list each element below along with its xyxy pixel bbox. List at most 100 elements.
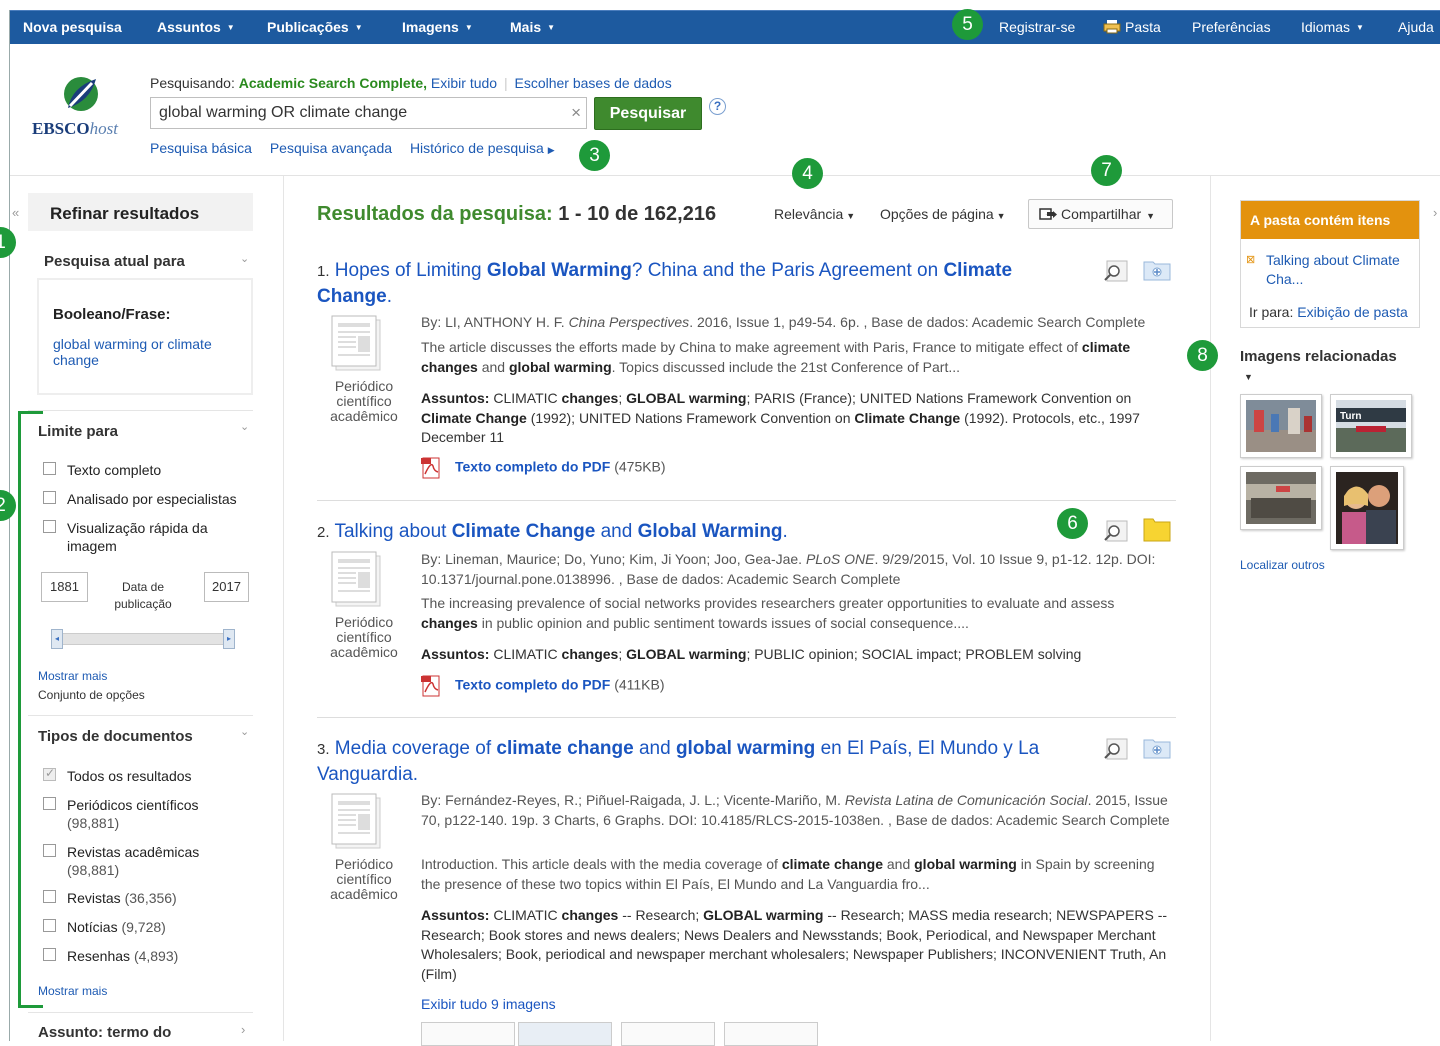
folder-view-link[interactable]: Exibição de pasta	[1297, 304, 1408, 320]
nav-publications[interactable]: Publicações ▼	[267, 11, 363, 44]
date-to-input[interactable]: 2017	[204, 572, 249, 602]
journals-checkbox[interactable]	[43, 797, 56, 810]
clear-search-icon[interactable]: ×	[571, 103, 581, 123]
slider-handle-right[interactable]: ▸	[223, 629, 235, 649]
nav-languages[interactable]: Idiomas ▼	[1301, 11, 1364, 44]
nav-more[interactable]: Mais ▼	[510, 11, 555, 44]
academic-magazines-checkbox[interactable]	[43, 844, 56, 857]
search-input[interactable]	[159, 103, 549, 123]
boolean-label: Booleano/Frase:	[53, 306, 171, 323]
chevron-down-icon[interactable]: ⌄	[240, 252, 249, 265]
doc-type-label: Periódico científico acadêmico	[330, 856, 398, 902]
limit-to-title[interactable]: Limite para	[38, 423, 118, 440]
doc-types-title[interactable]: Tipos de documentos	[38, 728, 193, 745]
boolean-query-link[interactable]: global warming or climate change	[53, 336, 212, 368]
image-thumb[interactable]	[421, 1022, 515, 1046]
pdf-fulltext-link-2[interactable]: Texto completo do PDF (411KB)	[421, 675, 665, 697]
remove-item-icon[interactable]: ⊠	[1246, 253, 1255, 266]
magazines-checkbox[interactable]	[43, 890, 56, 903]
add-to-folder-icon[interactable]	[1143, 259, 1171, 281]
nav-preferences[interactable]: Preferências	[1192, 11, 1271, 44]
preview-magnifier-icon[interactable]	[1103, 737, 1129, 761]
show-all-link[interactable]: Exibir tudo	[431, 75, 497, 91]
related-image[interactable]	[1240, 466, 1322, 530]
result-title-3[interactable]: 3. Media coverage of climate change and …	[317, 736, 1077, 787]
searching-line: Pesquisando: Academic Search Complete, E…	[150, 75, 672, 91]
expand-right-icon[interactable]: ›	[1433, 205, 1437, 220]
chevron-down-icon[interactable]: ⌄	[240, 420, 249, 433]
nav-subjects[interactable]: Assuntos ▼	[157, 11, 235, 44]
result-title-2[interactable]: 2. Talking about Climate Change and Glob…	[317, 519, 1077, 545]
related-image[interactable]: Turn	[1330, 394, 1412, 458]
document-thumbnail-icon[interactable]	[330, 792, 382, 850]
page-options-dropdown[interactable]: Opções de página ▼	[880, 206, 1006, 222]
result-title-1[interactable]: 1. Hopes of Limiting Global Warming? Chi…	[317, 258, 1077, 309]
subject-term-title[interactable]: Assunto: termo do	[38, 1024, 171, 1041]
preview-magnifier-icon[interactable]	[1103, 519, 1129, 543]
in-folder-icon[interactable]	[1143, 516, 1171, 542]
chevron-down-icon: ▼	[996, 211, 1006, 221]
date-from-input[interactable]: 1881	[41, 572, 88, 602]
date-slider-track[interactable]	[56, 633, 229, 645]
search-button[interactable]: Pesquisar	[594, 97, 702, 130]
related-image[interactable]	[1330, 466, 1404, 550]
result-abstract-3: Introduction. This article deals with th…	[421, 856, 1155, 892]
pdf-fulltext-link-1[interactable]: Texto completo do PDF (475KB)	[421, 457, 666, 479]
chevron-right-icon[interactable]: ›	[241, 1022, 245, 1037]
chevron-down-icon: ▼	[846, 211, 856, 221]
nav-folder[interactable]: Pasta	[1103, 11, 1161, 44]
chevron-down-icon[interactable]: ⌄	[240, 725, 249, 738]
nav-new-search[interactable]: Nova pesquisa	[23, 11, 122, 44]
options-set-link[interactable]: Conjunto de opções	[38, 688, 145, 702]
nav-help[interactable]: Ajuda	[1398, 11, 1434, 44]
ebscohost-logo[interactable]: EBSCOhost	[32, 75, 132, 155]
add-to-folder-icon[interactable]	[1143, 737, 1171, 759]
show-more-doc-types-link[interactable]: Mostrar mais	[38, 984, 107, 998]
image-thumb[interactable]	[724, 1022, 818, 1046]
sort-dropdown[interactable]: Relevância ▼	[774, 206, 855, 222]
peer-reviewed-checkbox[interactable]	[43, 491, 56, 504]
result-subjects-3: Assuntos: CLIMATIC changes -- Research; …	[421, 907, 1168, 982]
help-icon[interactable]: ?	[709, 98, 726, 115]
folder-item-link[interactable]: Talking about Climate Cha...	[1266, 251, 1416, 289]
news-checkbox[interactable]	[43, 919, 56, 932]
chevron-down-icon[interactable]: ▼	[1244, 372, 1253, 382]
search-history-link[interactable]: Histórico de pesquisa	[410, 140, 544, 156]
callout-badge-2: 2	[0, 490, 16, 521]
callout-badge-5: 5	[952, 9, 983, 40]
folder-header: A pasta contém itens	[1241, 201, 1419, 239]
advanced-search-link[interactable]: Pesquisa avançada	[270, 140, 392, 156]
nav-register[interactable]: Registrar-se	[999, 11, 1075, 44]
basic-search-link[interactable]: Pesquisa básica	[150, 140, 252, 156]
document-thumbnail-icon[interactable]	[330, 550, 382, 608]
find-more-link[interactable]: Localizar outros	[1240, 558, 1325, 572]
ebsco-leaf-icon	[64, 77, 98, 111]
nav-images[interactable]: Imagens ▼	[402, 11, 473, 44]
reviews-checkbox[interactable]	[43, 948, 56, 961]
callout-badge-3: 3	[579, 140, 610, 171]
image-thumb[interactable]	[518, 1022, 612, 1046]
document-thumbnail-icon[interactable]	[330, 314, 382, 372]
result-abstract-1: The article discusses the efforts made b…	[421, 339, 1131, 375]
chevron-down-icon: ▼	[1356, 23, 1364, 32]
chevron-down-icon: ▼	[547, 23, 556, 32]
preview-magnifier-icon[interactable]	[1103, 259, 1129, 283]
show-all-images-link[interactable]: Exibir tudo 9 imagens	[421, 996, 556, 1012]
callout-badge-8: 8	[1187, 340, 1218, 371]
top-navigation-bar: Nova pesquisa Assuntos ▼ Publicações ▼ Ima…	[10, 10, 1440, 44]
collapse-left-icon[interactable]: «	[12, 205, 19, 220]
related-image[interactable]	[1240, 394, 1322, 458]
image-thumb[interactable]	[621, 1022, 715, 1046]
fulltext-checkbox[interactable]	[43, 462, 56, 475]
share-button[interactable]: Compartilhar ▼	[1028, 199, 1173, 229]
choose-databases-link[interactable]: Escolher bases de dados	[515, 75, 672, 91]
refine-title: Refinar resultados	[50, 204, 200, 223]
callout-badge-6: 6	[1057, 508, 1088, 539]
image-quickview-checkbox[interactable]	[43, 520, 56, 533]
page-border	[9, 10, 10, 1041]
all-results-checkbox[interactable]	[43, 766, 56, 781]
current-search-title[interactable]: Pesquisa atual para	[44, 253, 185, 270]
peer-reviewed-label: Analisado por especialistas	[67, 491, 237, 507]
slider-handle-left[interactable]: ◂	[51, 629, 63, 649]
show-more-link[interactable]: Mostrar mais	[38, 669, 107, 683]
